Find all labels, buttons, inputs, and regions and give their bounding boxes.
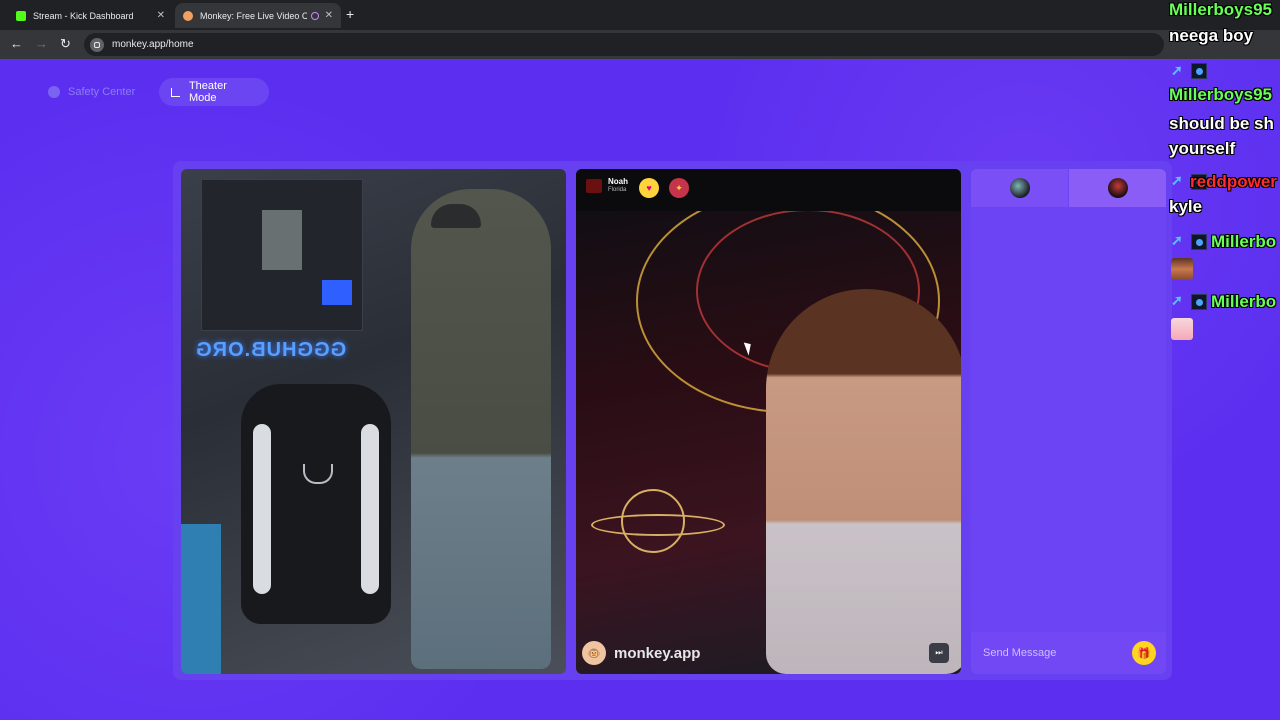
new-tab-button[interactable]: + xyxy=(346,6,354,22)
heart-icon[interactable]: ♥ xyxy=(639,178,659,198)
remote-video: Noah Florida ♥ ✦ 🐵 monkey.app ⏭ xyxy=(576,169,961,674)
chat-panel: 🎁 xyxy=(971,169,1166,674)
video-chat-stage: GGGHUB.ORG Noah Florida ♥ ✦ 🐵 monkey.app… xyxy=(173,161,1172,680)
chat-username: Millerboys95 xyxy=(1169,0,1272,19)
gaming-chair-image xyxy=(241,384,391,624)
back-arrow-icon[interactable]: ← xyxy=(10,37,23,51)
monkey-page: Safety Center Theater Mode GGGHUB.ORG No… xyxy=(0,59,1280,720)
theater-mode-button[interactable]: Theater Mode xyxy=(159,78,269,106)
tab-monkey[interactable]: Monkey: Free Live Video Ch ✕ xyxy=(175,3,341,28)
avatar xyxy=(1009,178,1030,198)
avatar xyxy=(1107,178,1128,198)
remote-person-image xyxy=(766,289,961,674)
tab-chat-user-2[interactable] xyxy=(1069,169,1166,207)
gift-emote-icon xyxy=(1171,318,1193,340)
kick-icon xyxy=(16,10,26,21)
skip-icon[interactable]: ⏭ xyxy=(929,643,949,663)
face-emote-icon xyxy=(1171,258,1193,280)
peer-info-bar: Noah Florida ♥ ✦ xyxy=(576,169,961,211)
neon-sign: GGGHUB.ORG xyxy=(195,339,347,361)
recording-icon xyxy=(310,11,319,20)
tab-close-icon[interactable]: ✕ xyxy=(157,10,165,21)
chat-username: Millerboys95 xyxy=(1169,85,1272,104)
chat-message: neega boy xyxy=(1169,26,1254,45)
monkey-icon xyxy=(183,10,193,21)
address-bar[interactable]: monkey.app/home xyxy=(84,33,1164,56)
subscriber-badge-icon xyxy=(1191,63,1207,79)
foreground-object xyxy=(181,524,221,674)
url-text: monkey.app/home xyxy=(112,39,194,50)
monkey-logo-icon: 🐵 xyxy=(582,641,606,665)
subscriber-badge-icon xyxy=(1191,294,1207,310)
watermark: 🐵 monkey.app xyxy=(582,638,700,668)
stream-chat-overlay: Millerboys95 neega boy ➚ Millerboys95 sh… xyxy=(1165,0,1280,360)
reload-icon[interactable]: ↻ xyxy=(60,37,71,51)
subscriber-badge-icon xyxy=(1191,234,1207,250)
sword-badge-icon: ➚ xyxy=(1171,172,1183,188)
chat-message: should be sh yourself xyxy=(1169,114,1274,158)
tab-kick-dashboard[interactable]: Stream - Kick Dashboard ✕ xyxy=(8,3,173,28)
sword-badge-icon: ➚ xyxy=(1171,292,1183,308)
peer-location: Florida xyxy=(608,187,627,193)
message-input[interactable] xyxy=(981,646,1135,660)
local-video: GGGHUB.ORG xyxy=(181,169,566,674)
forward-arrow-icon[interactable]: → xyxy=(35,37,48,51)
gift-badge-icon[interactable]: ✦ xyxy=(669,178,689,198)
browser-toolbar: ← → ↻ monkey.app/home xyxy=(0,30,1280,59)
safety-center-label: Safety Center xyxy=(68,86,136,98)
sword-badge-icon: ➚ xyxy=(1171,62,1183,78)
peer-name: Noah xyxy=(608,177,628,186)
monitor-image xyxy=(201,179,363,331)
flag-icon xyxy=(586,179,602,193)
person-image xyxy=(411,189,551,669)
chat-username: reddpower xyxy=(1190,172,1277,191)
expand-icon xyxy=(171,87,180,97)
tab-title: Stream - Kick Dashboard xyxy=(33,10,134,21)
message-bar: 🎁 xyxy=(971,632,1166,674)
tab-close-icon[interactable]: ✕ xyxy=(325,10,333,21)
site-info-icon[interactable] xyxy=(90,37,104,52)
gift-button[interactable]: 🎁 xyxy=(1132,641,1156,665)
browser-tab-bar: Stream - Kick Dashboard ✕ Monkey: Free L… xyxy=(0,0,1280,30)
tab-chat-user-1[interactable] xyxy=(971,169,1068,207)
sword-badge-icon: ➚ xyxy=(1171,232,1183,248)
watermark-text: monkey.app xyxy=(614,644,701,662)
chat-message: kyle xyxy=(1169,197,1203,216)
chat-username: Millerbo xyxy=(1211,232,1277,251)
theater-mode-label: Theater Mode xyxy=(188,80,227,104)
shield-icon xyxy=(48,86,60,98)
tab-title: Monkey: Free Live Video Ch xyxy=(200,10,307,21)
safety-center-button[interactable]: Safety Center xyxy=(36,78,148,106)
chat-username: Millerbo xyxy=(1211,292,1277,311)
